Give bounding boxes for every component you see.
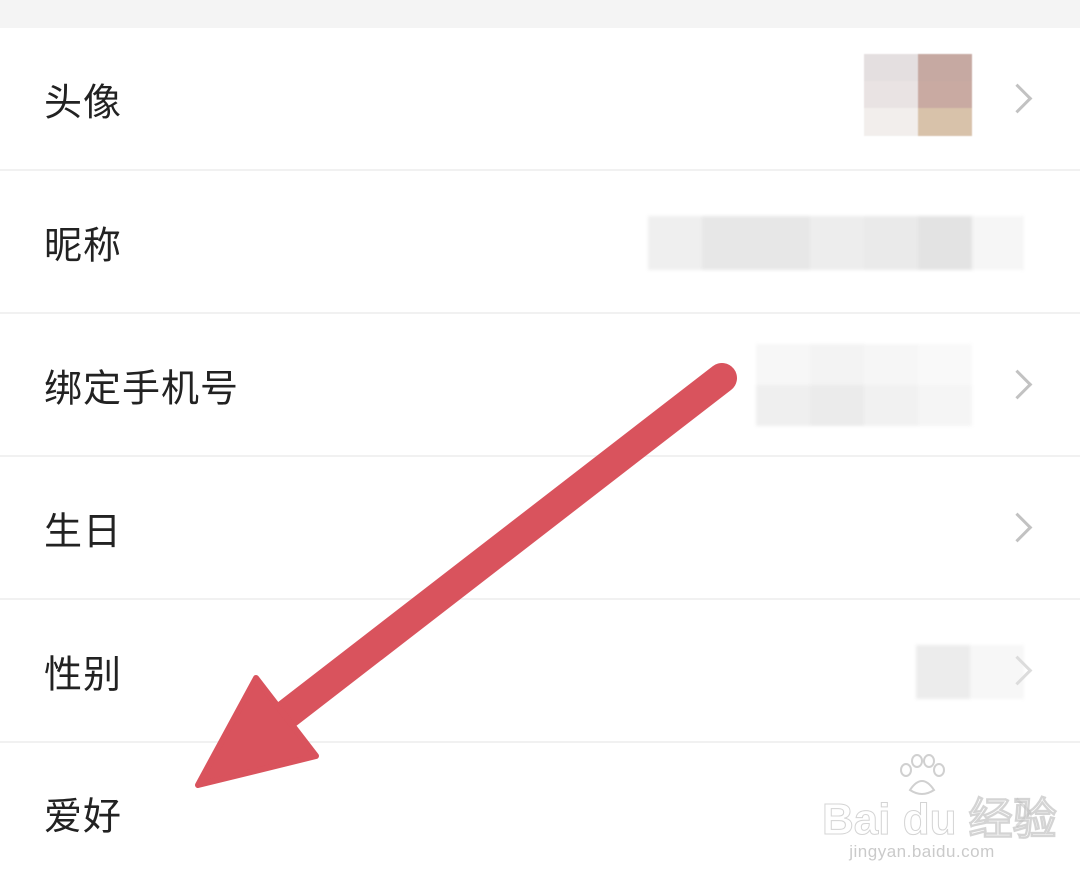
settings-row-phone[interactable]: 绑定手机号 <box>0 314 1080 457</box>
row-label: 生日 <box>44 509 123 553</box>
settings-row-birthday[interactable]: 生日 <box>0 457 1080 600</box>
avatar-thumbnail <box>864 54 972 136</box>
row-label: 头像 <box>44 80 123 124</box>
paw-icon <box>900 754 945 795</box>
chevron-right-icon <box>1002 369 1033 399</box>
settings-row-gender[interactable]: 性别 <box>0 600 1080 743</box>
settings-row-avatar[interactable]: 头像 <box>0 28 1080 171</box>
phone-value-blurred <box>756 344 972 426</box>
watermark-logo: Bai du 经验 <box>822 795 1058 844</box>
row-label: 爱好 <box>44 794 123 839</box>
nickname-value-blurred <box>648 216 1024 270</box>
chevron-right-icon <box>1002 83 1033 113</box>
row-label: 绑定手机号 <box>44 366 240 410</box>
row-label: 昵称 <box>44 223 123 267</box>
watermark: Bai du 经验 jingyan.baidu.com <box>822 754 1058 862</box>
watermark-url: jingyan.baidu.com <box>849 842 995 861</box>
chevron-right-icon <box>1002 512 1033 542</box>
settings-row-nickname[interactable]: 昵称 <box>0 171 1080 314</box>
row-label: 性别 <box>44 652 123 696</box>
top-band <box>0 0 1080 28</box>
